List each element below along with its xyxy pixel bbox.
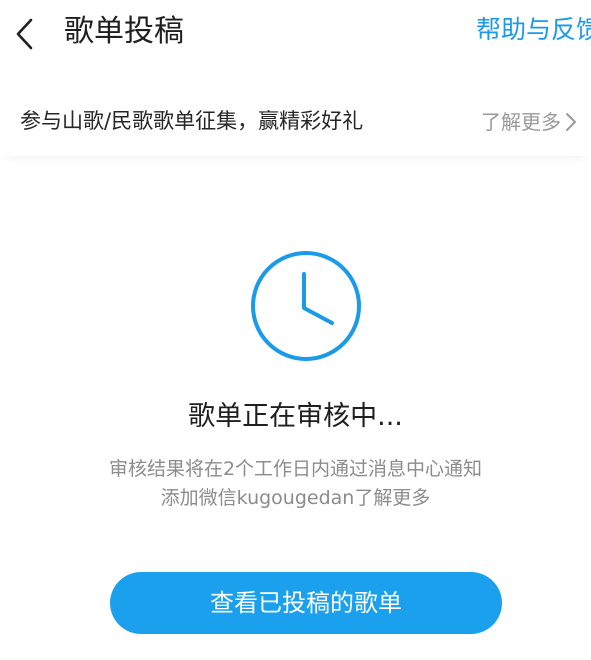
back-button[interactable] xyxy=(0,8,48,60)
chevron-left-icon xyxy=(16,18,33,50)
review-status-description: 审核结果将在2个工作日内通过消息中心通知 xyxy=(108,458,483,480)
clock-icon xyxy=(251,251,361,361)
campaign-banner[interactable]: 参与山歌/民歌歌单征集，赢精彩好礼 了解更多 xyxy=(0,90,591,156)
learn-more-label: 了解更多 xyxy=(481,110,561,134)
review-status-title: 歌单正在审核中... xyxy=(188,401,403,432)
banner-text: 参与山歌/民歌歌单征集，赢精彩好礼 xyxy=(20,109,364,133)
help-feedback-link[interactable]: 帮助与反馈 xyxy=(476,12,591,48)
learn-more-link[interactable]: 了解更多 xyxy=(481,107,577,137)
page-title: 歌单投稿 xyxy=(64,14,184,49)
top-bar: 歌单投稿 帮助与反馈 xyxy=(0,0,591,72)
wechat-contact-text: 添加微信kugougedan了解更多 xyxy=(160,487,431,509)
chevron-right-icon xyxy=(565,112,577,132)
view-submitted-playlists-button[interactable]: 查看已投稿的歌单 xyxy=(110,572,502,634)
